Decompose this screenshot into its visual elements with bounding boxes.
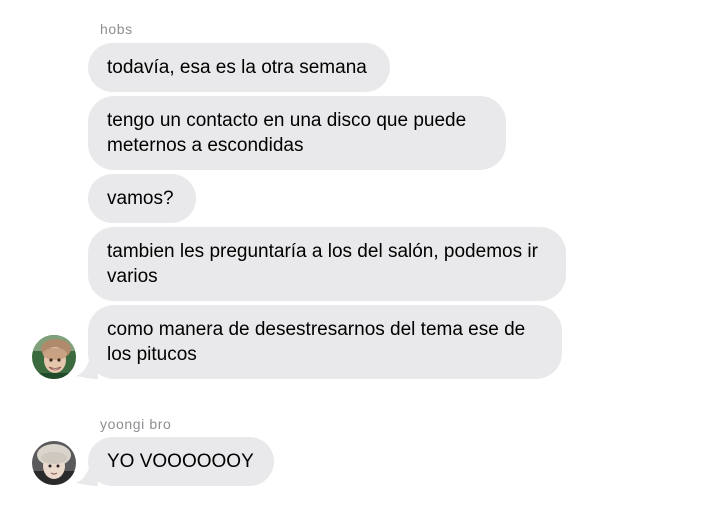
message-bubble[interactable]: todavía, esa es la otra semana bbox=[88, 43, 390, 92]
message-text: tambien les preguntaría a los del salón,… bbox=[107, 241, 538, 287]
profile-photo-icon bbox=[32, 441, 76, 485]
message-bubble[interactable]: YO VOOOOOOY bbox=[88, 437, 274, 486]
message-bubble[interactable]: tengo un contacto en una disco que puede… bbox=[88, 96, 506, 170]
avatar[interactable] bbox=[32, 335, 76, 379]
sender-name: yoongi bro bbox=[100, 416, 172, 432]
profile-photo-icon bbox=[32, 335, 76, 379]
message-bubble[interactable]: vamos? bbox=[88, 174, 196, 223]
message-text: como manera de desestresarnos del tema e… bbox=[107, 319, 526, 365]
message-text: YO VOOOOOOY bbox=[107, 451, 254, 472]
bubble-tail bbox=[76, 357, 98, 379]
chat-thread: hobs todavía, esa es la otra semana teng… bbox=[0, 0, 720, 507]
avatar[interactable] bbox=[32, 441, 76, 485]
bubble-tail bbox=[76, 464, 98, 486]
sender-name: hobs bbox=[100, 21, 133, 37]
message-text: vamos? bbox=[107, 188, 174, 209]
message-bubble[interactable]: como manera de desestresarnos del tema e… bbox=[88, 305, 562, 379]
message-bubble[interactable]: tambien les preguntaría a los del salón,… bbox=[88, 227, 566, 301]
message-text: todavía, esa es la otra semana bbox=[107, 57, 367, 78]
message-text: tengo un contacto en una disco que puede… bbox=[107, 110, 467, 156]
